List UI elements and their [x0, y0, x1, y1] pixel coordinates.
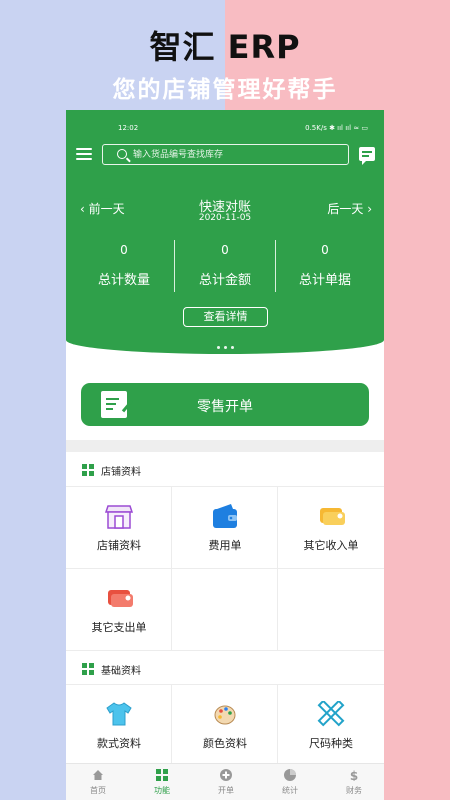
grid-icon [82, 663, 94, 675]
top-bar [66, 144, 384, 166]
grid-item-label: 颜色资料 [203, 737, 247, 750]
grid-item-style-info[interactable]: 款式资料 [66, 684, 172, 766]
status-bar: 12:02 0.5K/s ✱ ııl ııl ≈ ▭ [66, 124, 384, 136]
hero-subtitle: 您的店铺管理好帮手 [112, 77, 338, 103]
grid-empty-cell [172, 568, 278, 650]
retail-order-button[interactable]: 零售开单 [81, 383, 369, 426]
nav-create-order[interactable]: 开单 [194, 764, 258, 800]
stat-total-documents: 0 总计单据 [272, 243, 378, 288]
grid-item-label: 店铺资料 [97, 539, 141, 552]
grid-item-label: 款式资料 [97, 737, 141, 750]
grid-item-label: 尺码种类 [309, 737, 353, 750]
grid-item-label: 其它支出单 [91, 621, 147, 634]
section-header-basic: 基础资料 [66, 650, 384, 684]
grid-icon [82, 464, 94, 476]
stat-label: 总计单据 [298, 273, 351, 288]
nav-label: 财务 [346, 786, 362, 795]
section-divider [66, 440, 384, 452]
add-circle-icon [220, 769, 232, 781]
grid-item-size-types[interactable]: 尺码种类 [278, 684, 384, 766]
pager-dots [66, 346, 384, 349]
stat-value: 0 [120, 243, 128, 257]
retail-order-label: 零售开单 [197, 399, 253, 415]
dollar-icon: $ [350, 769, 358, 781]
card-icon [320, 508, 345, 525]
stat-label: 总计数量 [97, 273, 150, 288]
nav-label: 统计 [282, 786, 298, 795]
pie-chart-icon [284, 769, 296, 781]
palette-icon [214, 705, 236, 725]
grid-item-expense[interactable]: 费用单 [172, 486, 278, 568]
stat-value: 0 [321, 243, 329, 257]
grid-item-store-info[interactable]: 店铺资料 [66, 486, 172, 568]
stat-total-quantity: 0 总计数量 [71, 243, 177, 288]
grid-empty-cell [278, 568, 384, 650]
section-title: 基础资料 [101, 666, 141, 677]
section-header-store: 店铺资料 [66, 452, 384, 486]
hero-title: 智汇 ERP [149, 28, 301, 66]
wallet-icon [213, 504, 237, 528]
quick-summary-header: 12:02 0.5K/s ✱ ııl ııl ≈ ▭ ‹ 前一天 快速对账 20… [66, 110, 384, 354]
nav-label: 首页 [90, 786, 106, 795]
nav-home[interactable]: 首页 [66, 764, 130, 800]
stat-label: 总计金额 [198, 273, 251, 288]
nav-label: 开单 [218, 786, 234, 795]
nav-finance[interactable]: $ 财务 [322, 764, 384, 800]
search-icon [117, 149, 127, 159]
store-icon [105, 505, 133, 529]
search-box[interactable] [102, 144, 349, 165]
message-icon[interactable] [359, 147, 375, 165]
status-time: 12:02 [118, 124, 139, 132]
stat-total-amount: 0 总计金额 [172, 243, 278, 288]
grid-item-other-income[interactable]: 其它收入单 [278, 486, 384, 568]
grid-item-label: 其它收入单 [303, 539, 359, 552]
search-input[interactable] [133, 146, 333, 163]
nav-label: 功能 [154, 786, 170, 795]
grid-item-other-expense[interactable]: 其它支出单 [66, 568, 172, 650]
grid-icon [156, 769, 168, 781]
next-day-button[interactable]: 后一天 › [327, 200, 372, 217]
ruler-pencil-icon [317, 701, 345, 727]
view-details-button[interactable]: 查看详情 [183, 307, 268, 327]
status-indicators: 0.5K/s ✱ ııl ııl ≈ ▭ [305, 124, 368, 132]
grid-item-color-info[interactable]: 颜色资料 [172, 684, 278, 766]
home-icon [93, 770, 103, 780]
nav-functions[interactable]: 功能 [130, 764, 194, 800]
tshirt-icon [106, 702, 132, 726]
svg-text:$: $ [350, 769, 358, 781]
section-title: 店铺资料 [101, 467, 141, 478]
card-icon [108, 590, 133, 607]
bottom-nav: 首页 功能 开单 统计 $ 财务 [66, 763, 384, 800]
stat-value: 0 [221, 243, 229, 257]
grid-item-label: 费用单 [208, 539, 242, 552]
nav-statistics[interactable]: 统计 [258, 764, 322, 800]
menu-icon[interactable] [76, 148, 92, 161]
phone-screen: 12:02 0.5K/s ✱ ııl ııl ≈ ▭ ‹ 前一天 快速对账 20… [66, 110, 384, 800]
